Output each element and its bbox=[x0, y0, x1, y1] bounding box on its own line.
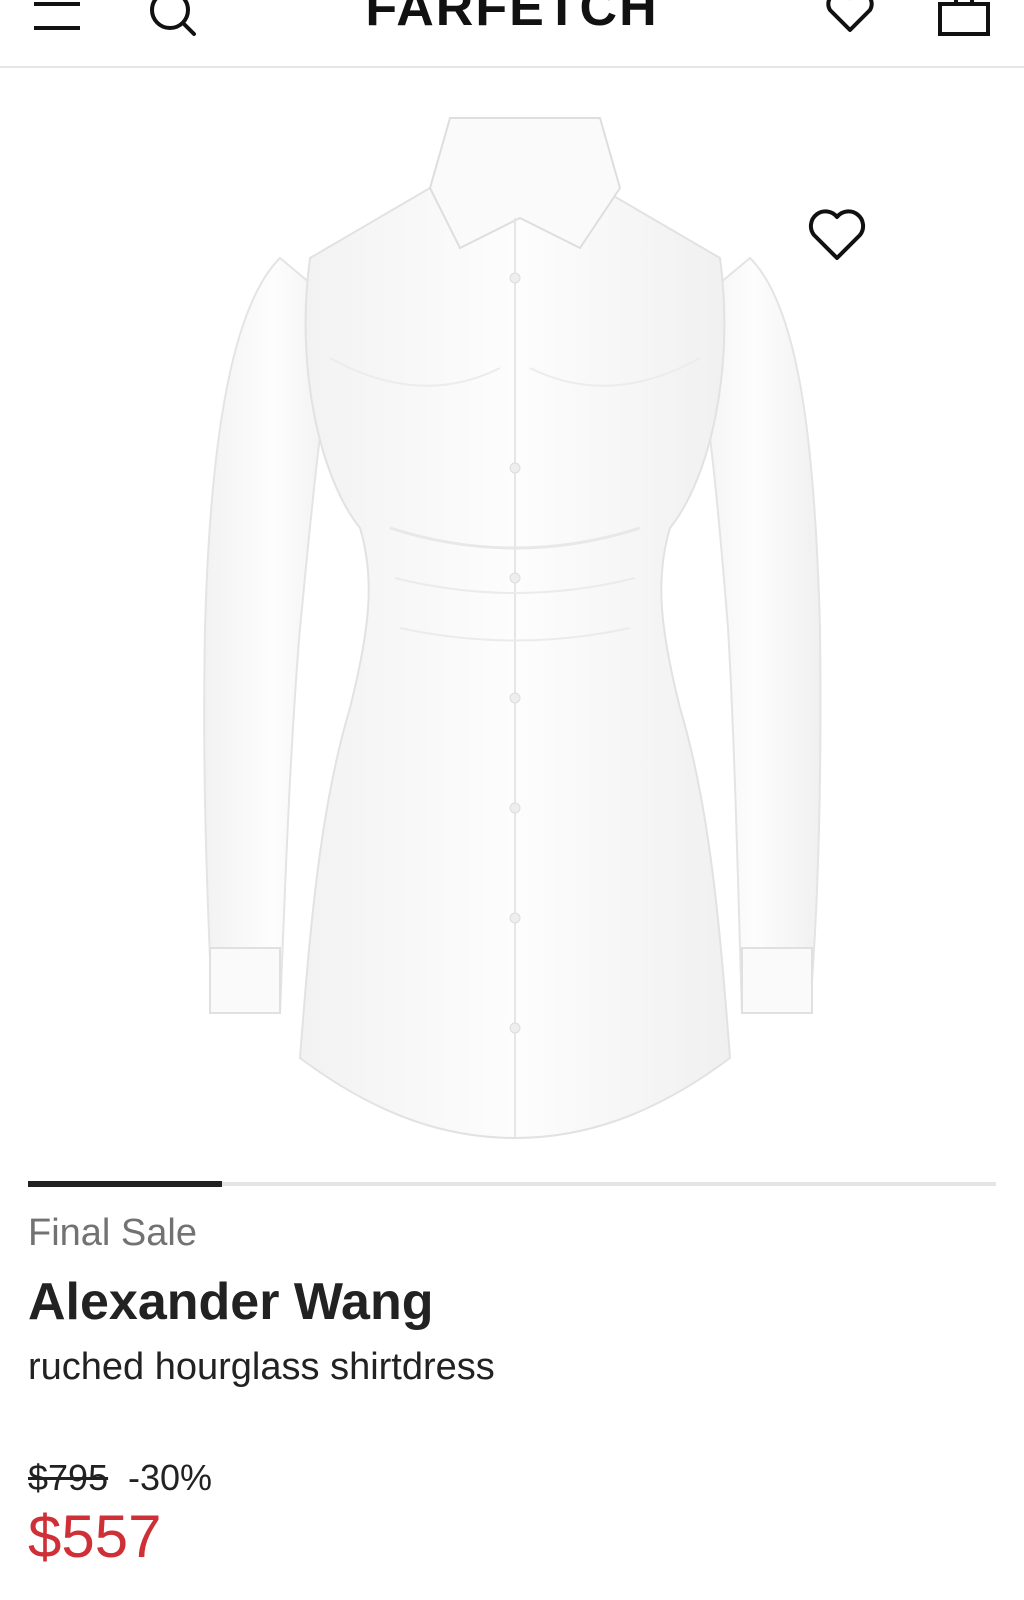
product-description: ruched hourglass shirtdress bbox=[28, 1346, 495, 1388]
wishlist-heart-icon[interactable] bbox=[822, 0, 878, 34]
add-to-wishlist-heart-icon[interactable] bbox=[806, 208, 868, 264]
gallery-progress-fill bbox=[28, 1181, 222, 1187]
product-image-gallery[interactable] bbox=[0, 68, 1024, 1188]
product-image bbox=[203, 117, 822, 1140]
top-nav-bar: FARFETCH bbox=[0, 0, 1024, 68]
bag-icon[interactable] bbox=[936, 0, 994, 38]
gallery-progress-bar[interactable] bbox=[28, 1181, 996, 1187]
final-sale-label: Final Sale bbox=[28, 1212, 197, 1254]
designer-name[interactable]: Alexander Wang bbox=[28, 1272, 434, 1332]
original-price: $795 bbox=[28, 1457, 109, 1498]
discount-badge: -30% bbox=[128, 1457, 213, 1498]
sale-price: $557 bbox=[28, 1503, 162, 1570]
